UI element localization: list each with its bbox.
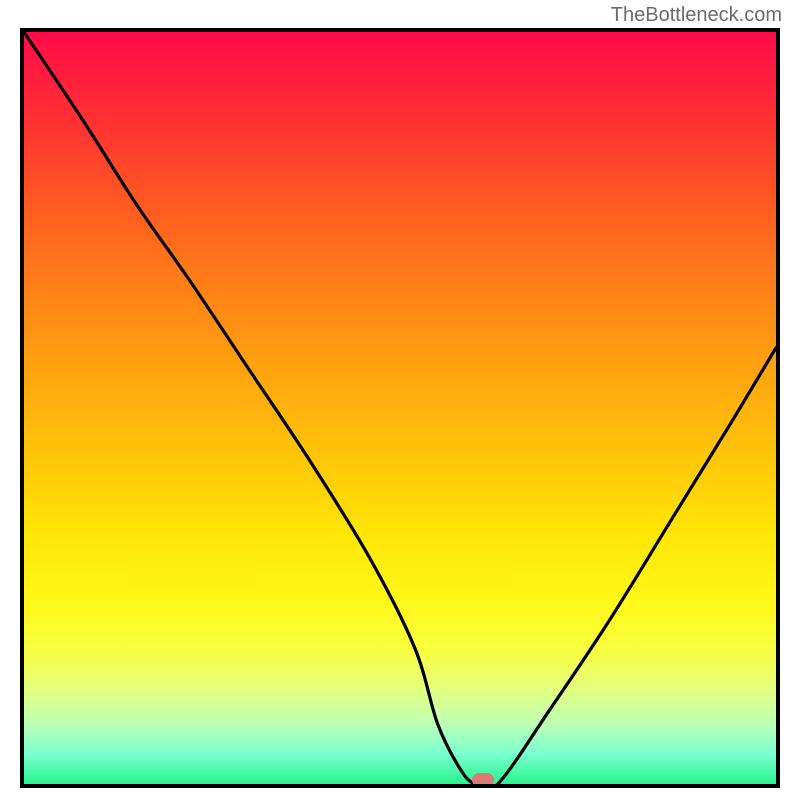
watermark-label: TheBottleneck.com xyxy=(611,4,782,27)
chart-container: TheBottleneck.com xyxy=(0,0,800,800)
optimal-point-marker xyxy=(472,773,494,787)
bottleneck-curve xyxy=(24,32,776,784)
plot-area xyxy=(20,28,780,788)
